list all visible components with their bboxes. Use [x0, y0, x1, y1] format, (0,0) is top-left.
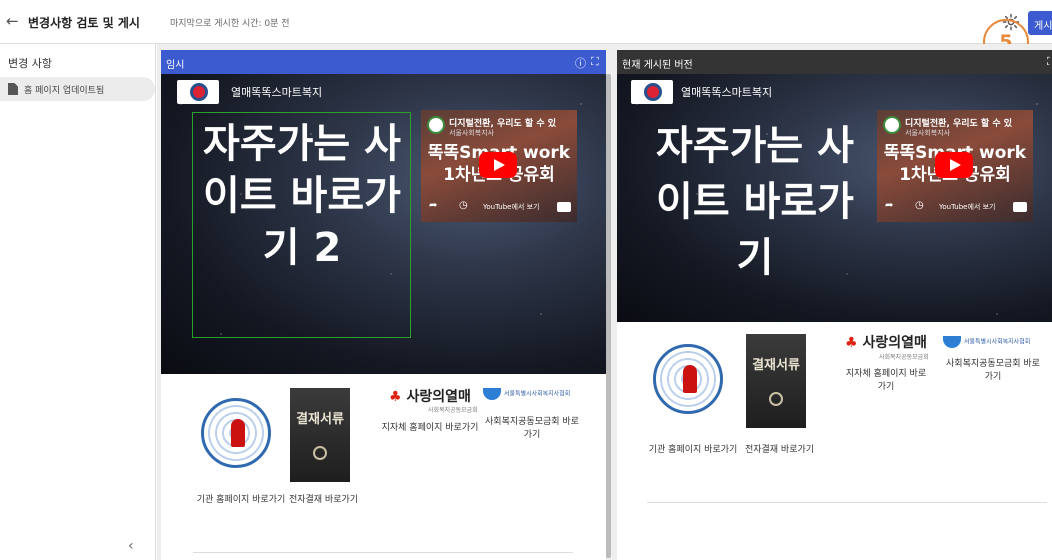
sidebar-title: 변경 사항 — [8, 57, 52, 70]
clock-icon[interactable]: ◷ — [459, 200, 468, 211]
channel-logo — [883, 116, 901, 134]
youtube-video[interactable]: 디지털전환, 우리도 할 수 있 서울사회복지사 똑똑Smart work 1차… — [421, 110, 577, 222]
arrow-left-icon[interactable]: ← — [6, 12, 19, 30]
video-channel: 서울사회복지사 — [449, 129, 495, 137]
info-icon[interactable]: ⓘ — [575, 55, 586, 71]
divider — [647, 502, 1047, 503]
scrollbar[interactable] — [606, 74, 611, 558]
link-local-gov[interactable]: 지자체 홈페이지 바로가기 — [381, 422, 479, 435]
video-channel: 서울사회복지사 — [905, 129, 951, 137]
divider — [193, 552, 573, 553]
fund-logo[interactable]: 서울특별시사회복지사협회 — [483, 388, 570, 400]
site-name[interactable]: 열매똑똑스마트복지 — [231, 84, 322, 100]
emblem-icon — [190, 83, 208, 101]
publish-button[interactable]: 게시 — [1028, 11, 1052, 35]
live-panel-title: 현재 게시된 버전 — [622, 60, 693, 71]
link-e-approval[interactable]: 전자결재 바로가기 — [281, 494, 366, 507]
link-community-chest[interactable]: 사회복지공동모금회 바로가기 — [483, 416, 581, 442]
hero-section: 열매똑똑스마트복지 자주가는 사이트 바로가기 디지털전환, 우리도 할 수 있… — [617, 74, 1052, 322]
watch-on-youtube[interactable]: YouTube에서 보기 — [483, 202, 539, 212]
share-icon[interactable]: ➦ — [429, 200, 437, 211]
sidebar: 변경 사항 홈 페이지 업데이트됨 ‹ — [0, 44, 156, 560]
watch-on-youtube[interactable]: YouTube에서 보기 — [939, 202, 995, 212]
agency-emblem-image[interactable] — [201, 398, 271, 468]
approval-ledger-image[interactable]: 결재서류 — [746, 334, 806, 428]
site-logo[interactable] — [177, 80, 219, 104]
love-fruit-sub: 사회복지공동모금회 — [428, 407, 478, 414]
seal-icon — [769, 392, 783, 406]
love-fruit-logo[interactable]: ♣ 사랑의열매 — [389, 386, 471, 406]
site-logo[interactable] — [631, 80, 673, 104]
play-icon[interactable] — [935, 152, 973, 178]
ledger-text: 결재서류 — [296, 412, 344, 427]
love-fruit-logo-text: 사랑의열매 — [406, 389, 471, 405]
sidebar-item-home-updated[interactable]: 홈 페이지 업데이트됨 — [0, 77, 155, 101]
site-name[interactable]: 열매똑똑스마트복지 — [681, 84, 772, 100]
link-agency-homepage[interactable]: 기관 홈페이지 바로가기 — [639, 444, 747, 457]
youtube-icon — [1013, 202, 1027, 212]
approval-ledger-image[interactable]: 결재서류 — [290, 388, 350, 482]
link-community-chest[interactable]: 사회복지공동모금회 바로가기 — [943, 358, 1043, 384]
live-panel-header: 현재 게시된 버전 ⛶ — [617, 50, 1052, 74]
share-icon[interactable]: ➦ — [885, 200, 893, 211]
fund-logo-text: 서울특별시사회복지사협회 — [504, 390, 571, 398]
play-icon[interactable] — [479, 152, 517, 178]
fullscreen-icon[interactable]: ⛶ — [1047, 55, 1052, 69]
love-fruit-icon: ♣ — [389, 389, 402, 405]
fullscreen-icon[interactable]: ⛶ — [591, 55, 599, 69]
agency-emblem-image[interactable] — [653, 344, 723, 414]
fund-logo[interactable]: 서울특별시사회복지사협회 — [943, 336, 1030, 348]
hero-text: 자주가는 사이트 바로가기 2 — [203, 121, 401, 271]
youtube-video[interactable]: 디지털전환, 우리도 할 수 있 서울사회복지사 똑똑Smart work 1차… — [877, 110, 1033, 222]
link-local-gov[interactable]: 지자체 홈페이지 바로가기 — [843, 368, 929, 394]
clock-icon[interactable]: ◷ — [915, 200, 924, 211]
last-published-time: 마지막으로 게시한 시간: 0분 전 — [170, 19, 290, 29]
love-fruit-logo[interactable]: ♣ 사랑의열매 — [845, 332, 927, 352]
ledger-text: 결재서류 — [752, 358, 800, 373]
live-panel: 현재 게시된 버전 ⛶ 열매똑똑스마트복지 자주가는 사이트 바로가기 디지털전… — [617, 50, 1052, 560]
quick-links: 기관 홈페이지 바로가기 결재서류 전자결재 바로가기 ♣ 사랑의열매 사회복지… — [617, 322, 1052, 512]
youtube-icon — [557, 202, 571, 212]
draft-panel-header: 임시 ⓘ ⛶ — [161, 50, 606, 74]
document-icon — [8, 83, 18, 95]
love-fruit-icon: ♣ — [845, 335, 858, 351]
hero-text: 자주가는 사이트 바로가기 — [656, 123, 854, 281]
seal-icon — [313, 446, 327, 460]
top-bar: ← 변경사항 검토 및 게시 마지막으로 게시한 시간: 0분 전 게시 — [0, 0, 1052, 44]
link-e-approval[interactable]: 전자결재 바로가기 — [737, 444, 822, 457]
love-fruit-logo-text: 사랑의열매 — [862, 335, 927, 351]
channel-logo — [427, 116, 445, 134]
page-title: 변경사항 검토 및 게시 — [28, 16, 140, 30]
love-fruit-sub: 사회복지공동모금회 — [879, 354, 929, 361]
collapse-sidebar-button[interactable]: ‹ — [128, 538, 134, 554]
emblem-icon — [644, 83, 662, 101]
draft-panel-title: 임시 — [166, 60, 185, 71]
hero-section: 열매똑똑스마트복지 자주가는 사이트 바로가기 2 디지털전환, 우리도 할 수… — [161, 74, 606, 374]
quick-links: 기관 홈페이지 바로가기 결재서류 전자결재 바로가기 ♣ 사랑의열매 사회복지… — [161, 374, 606, 560]
person-icon — [683, 365, 697, 393]
draft-panel: 임시 ⓘ ⛶ 열매똑똑스마트복지 자주가는 사이트 바로가기 2 디지털전환, … — [161, 50, 606, 560]
fund-mark-icon — [943, 336, 961, 348]
sidebar-item-label: 홈 페이지 업데이트됨 — [24, 86, 105, 96]
person-icon — [231, 419, 245, 447]
fund-logo-text: 서울특별시사회복지사협회 — [964, 338, 1031, 346]
fund-mark-icon — [483, 388, 501, 400]
